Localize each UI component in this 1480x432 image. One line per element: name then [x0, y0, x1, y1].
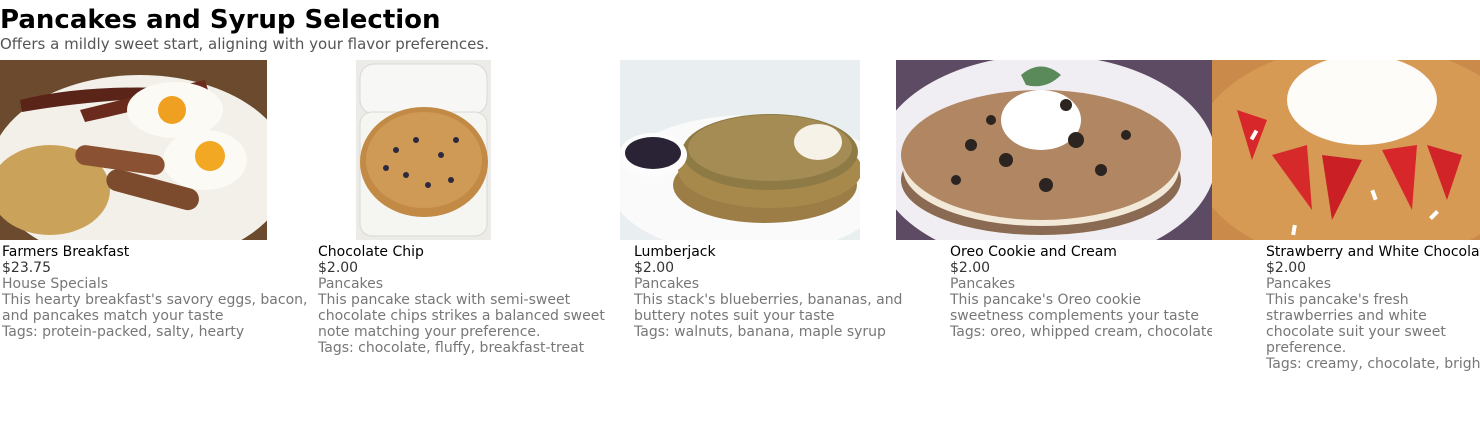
chocolate-chip-pancake-photo[interactable] [356, 60, 491, 240]
item-description: This pancake stack with semi-sweet choco… [318, 292, 605, 340]
farmers-breakfast-photo[interactable] [0, 60, 267, 240]
item-name: Chocolate Chip [318, 244, 424, 260]
menu-item-card[interactable]: Chocolate Chip $2.00 Pancakes This panca… [316, 60, 620, 380]
menu-item-card[interactable]: Lumberjack $2.00 Pancakes This stack's b… [620, 60, 936, 380]
item-category: Pancakes [950, 276, 1016, 292]
item-category: Pancakes [634, 276, 700, 292]
item-name: Lumberjack [634, 244, 716, 260]
menu-item-card[interactable]: Oreo Cookie and Cream $2.00 Pancakes Thi… [896, 60, 1212, 380]
menu-item-info: Chocolate Chip $2.00 Pancakes This panca… [318, 244, 620, 356]
menu-item-card[interactable]: Strawberry and White Chocolate $2.00 Pan… [1212, 60, 1480, 380]
item-tags: Tags: oreo, whipped cream, chocolate [950, 324, 1212, 340]
menu-item-card[interactable]: Farmers Breakfast $23.75 House Specials … [0, 60, 316, 380]
menu-item-info: Oreo Cookie and Cream $2.00 Pancakes Thi… [950, 244, 1212, 340]
item-price: $23.75 [2, 260, 51, 276]
lumberjack-pancake-photo[interactable] [620, 60, 860, 240]
item-name: Farmers Breakfast [2, 244, 130, 260]
item-price: $2.00 [1266, 260, 1307, 276]
item-name: Oreo Cookie and Cream [950, 244, 1117, 260]
item-category: Pancakes [318, 276, 384, 292]
item-category: Pancakes [1266, 276, 1332, 292]
page: Pancakes and Syrup Selection Offers a mi… [0, 0, 1480, 432]
strawberry-white-chocolate-pancake-photo[interactable] [1212, 60, 1480, 240]
item-description: This pancake's Oreo cookie sweetness com… [950, 292, 1200, 324]
page-subtitle: Offers a mildly sweet start, aligning wi… [0, 35, 489, 53]
item-price: $2.00 [318, 260, 359, 276]
item-tags: Tags: protein-packed, salty, hearty [2, 324, 245, 340]
item-tags: Tags: walnuts, banana, maple syrup [634, 324, 886, 340]
menu-item-info: Farmers Breakfast $23.75 House Specials … [2, 244, 316, 340]
oreo-pancake-photo[interactable] [896, 60, 1212, 240]
item-description: This hearty breakfast's savory eggs, bac… [2, 292, 308, 324]
item-description: This stack's blueberries, bananas, and b… [634, 292, 903, 324]
item-price: $2.00 [950, 260, 991, 276]
item-tags: Tags: chocolate, fluffy, breakfast-treat [318, 340, 585, 356]
item-name: Strawberry and White Chocolate [1266, 244, 1480, 260]
menu-item-info: Strawberry and White Chocolate $2.00 Pan… [1266, 244, 1480, 372]
menu-item-info: Lumberjack $2.00 Pancakes This stack's b… [634, 244, 936, 340]
item-description: This pancake's fresh strawberries and wh… [1266, 292, 1446, 356]
item-tags: Tags: creamy, chocolate, bright [1266, 356, 1480, 372]
item-price: $2.00 [634, 260, 675, 276]
page-title: Pancakes and Syrup Selection [0, 5, 441, 35]
item-category: House Specials [2, 276, 109, 292]
